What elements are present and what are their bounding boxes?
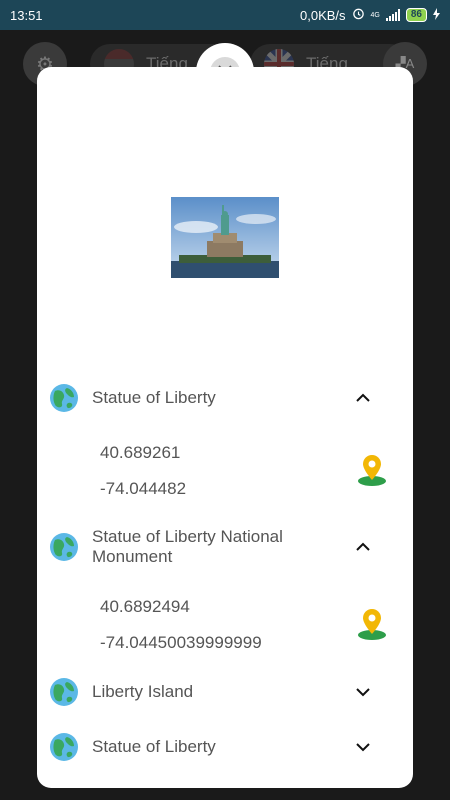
map-pin-icon[interactable] [357, 607, 387, 641]
globe-icon [50, 678, 78, 706]
globe-icon [50, 733, 78, 761]
result-latitude: 40.689261 [100, 443, 181, 462]
network-speed: 0,0KB/s [300, 7, 346, 23]
status-bar: 13:51 0,0KB/s 4G 86 [0, 0, 450, 30]
chevron-up-icon[interactable] [355, 390, 371, 406]
result-title: Statue of Liberty National Monument [92, 527, 283, 566]
result-latitude: 40.6892494 [100, 597, 190, 616]
result-item[interactable]: Statue of Liberty National Monument [49, 527, 399, 567]
result-title: Liberty Island [92, 682, 194, 701]
result-item[interactable]: Liberty Island [49, 677, 399, 707]
charging-icon [433, 7, 440, 23]
status-time: 13:51 [10, 7, 43, 23]
result-title: Statue of Liberty [92, 737, 216, 756]
signal-icon [385, 9, 400, 21]
result-longitude: -74.044482 [100, 479, 187, 498]
globe-icon [50, 384, 78, 412]
globe-icon [50, 533, 78, 561]
place-results-modal: Statue of Liberty 40.689261 -74.044482 S… [37, 67, 413, 788]
result-longitude: -74.04450039999999 [100, 633, 262, 652]
result-item[interactable]: Statue of Liberty [49, 383, 399, 413]
result-item[interactable]: Statue of Liberty [49, 732, 399, 762]
landmark-photo [171, 197, 279, 278]
alarm-icon [352, 7, 365, 23]
battery-icon: 86 [405, 8, 427, 22]
chevron-down-icon[interactable] [355, 739, 371, 755]
chevron-down-icon[interactable] [355, 684, 371, 700]
result-title: Statue of Liberty [92, 388, 216, 407]
chevron-up-icon[interactable] [355, 539, 371, 555]
network-type: 4G [370, 11, 380, 19]
map-pin-icon[interactable] [357, 453, 387, 487]
